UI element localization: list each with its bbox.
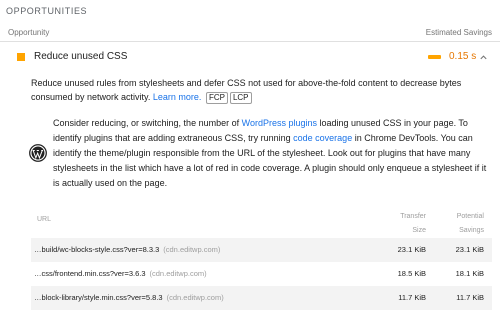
- row-url-path: …build/wc-blocks-style.css?ver=8.3.3: [34, 245, 160, 254]
- opportunity-column-label: Opportunity: [8, 28, 50, 37]
- savings-bar: [428, 55, 441, 59]
- row-transfer-size: 23.1 KiB: [397, 245, 426, 254]
- tip-text-1: Consider reducing, or switching, the num…: [53, 118, 242, 128]
- row-potential-savings: 23.1 KiB: [455, 245, 484, 254]
- transfer-size-header-line2: Size: [412, 227, 426, 234]
- transfer-size-header-line1: Transfer: [400, 213, 426, 220]
- audit-description: Reduce unused rules from stylesheets and…: [31, 76, 486, 104]
- metric-tag-fcp[interactable]: FCP: [205, 92, 228, 104]
- section-title: OPPORTUNITIES: [6, 6, 88, 16]
- details-table: URL Transfer Size Potential Savings …bui…: [31, 200, 492, 310]
- table-row: …build/wc-blocks-style.css?ver=8.3.3 (cdn…: [31, 238, 492, 262]
- url-column-header: URL: [37, 216, 52, 223]
- row-url-host: (cdn.editwp.com): [163, 245, 221, 254]
- row-url-host: (cdn.editwp.com): [166, 293, 224, 302]
- potential-savings-header-line2: Savings: [459, 227, 484, 234]
- audit-savings: 0.15 s: [449, 51, 477, 62]
- row-url[interactable]: …css/frontend.min.css?ver=3.6.3 (cdn.edit…: [34, 269, 207, 278]
- row-url[interactable]: …build/wc-blocks-style.css?ver=8.3.3 (cdn…: [34, 245, 220, 254]
- table-header: URL Transfer Size Potential Savings: [31, 200, 492, 238]
- wordpress-stack-pack-tip: Consider reducing, or switching, the num…: [53, 116, 493, 191]
- table-row: …block-library/style.min.css?ver=5.8.3 (c…: [31, 286, 492, 310]
- chevron-up-icon[interactable]: [479, 53, 488, 62]
- row-url-host: (cdn.editwp.com): [149, 269, 207, 278]
- code-coverage-link[interactable]: code coverage: [293, 133, 352, 143]
- audit-row-unused-css[interactable]: Reduce unused CSS 0.15 s: [0, 44, 500, 70]
- row-potential-savings: 11.7 KiB: [456, 293, 484, 302]
- row-url[interactable]: …block-library/style.min.css?ver=5.8.3 (c…: [34, 293, 224, 302]
- column-header: Opportunity Estimated Savings: [0, 22, 500, 42]
- estimated-savings-column-label: Estimated Savings: [425, 28, 492, 37]
- metric-tag-lcp[interactable]: LCP: [229, 92, 252, 104]
- learn-more-link[interactable]: Learn more.: [153, 92, 202, 102]
- wordpress-plugins-link[interactable]: WordPress plugins: [242, 118, 317, 128]
- row-url-path: …css/frontend.min.css?ver=3.6.3: [34, 269, 146, 278]
- average-score-icon: [17, 53, 25, 61]
- wordpress-logo-icon: [29, 144, 47, 162]
- row-transfer-size: 18.5 KiB: [397, 269, 426, 278]
- potential-savings-header-line1: Potential: [456, 213, 484, 220]
- row-transfer-size: 11.7 KiB: [398, 293, 426, 302]
- table-row: …css/frontend.min.css?ver=3.6.3 (cdn.edit…: [31, 262, 492, 286]
- transfer-size-column-header: Transfer Size: [400, 210, 426, 238]
- audit-title: Reduce unused CSS: [34, 51, 128, 62]
- row-potential-savings: 18.1 KiB: [455, 269, 484, 278]
- potential-savings-column-header: Potential Savings: [457, 210, 484, 238]
- row-url-path: …block-library/style.min.css?ver=5.8.3: [34, 293, 163, 302]
